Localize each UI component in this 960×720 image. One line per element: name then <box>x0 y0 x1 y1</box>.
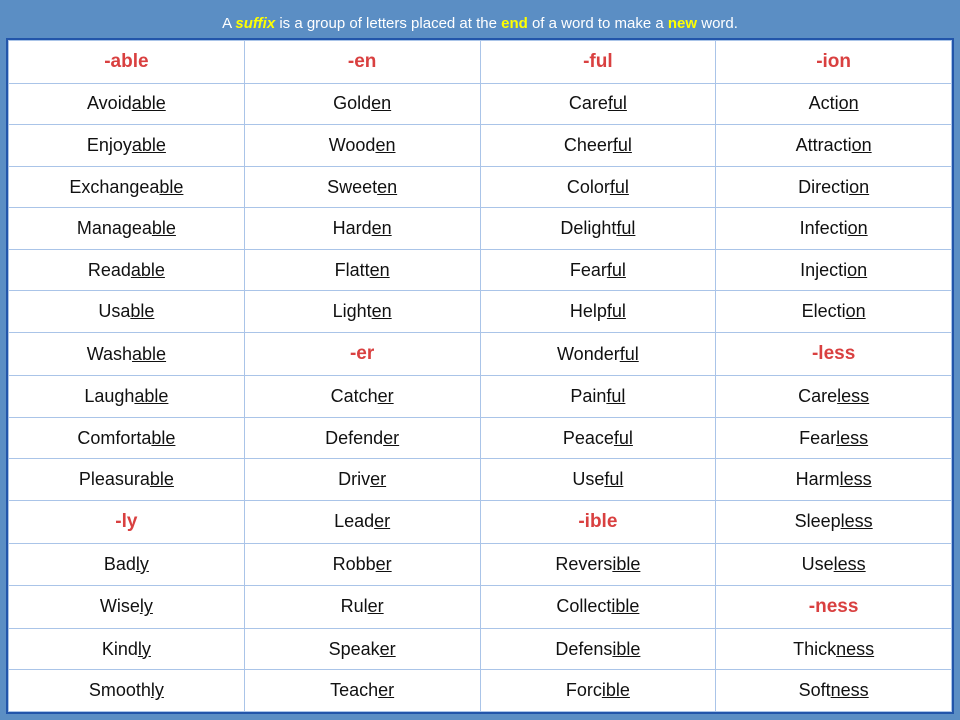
table-cell: Defensible <box>480 628 716 670</box>
table-cell: Useful <box>480 459 716 501</box>
table-cell: -ible <box>480 500 716 543</box>
table-row: BadlyRobberReversibleUseless <box>9 544 952 586</box>
table-cell: Badly <box>9 544 245 586</box>
column-header-1: -en <box>244 40 480 83</box>
table-cell: Laughable <box>9 376 245 418</box>
table-cell: Driver <box>244 459 480 501</box>
table-cell: Forcible <box>480 670 716 712</box>
table-cell: Painful <box>480 376 716 418</box>
table-cell: Useless <box>716 544 952 586</box>
table-cell: Leader <box>244 500 480 543</box>
table-cell: Injection <box>716 249 952 291</box>
table-cell: Attraction <box>716 125 952 167</box>
table-cell: Thickness <box>716 628 952 670</box>
column-header-2: -ful <box>480 40 716 83</box>
table-cell: -less <box>716 333 952 376</box>
table-row: AvoidableGoldenCarefulAction <box>9 83 952 125</box>
table-cell: Wonderful <box>480 333 716 376</box>
table-cell: Catcher <box>244 376 480 418</box>
column-header-3: -ion <box>716 40 952 83</box>
table-cell: Speaker <box>244 628 480 670</box>
table-cell: Ruler <box>244 585 480 628</box>
table-cell: Usable <box>9 291 245 333</box>
table-cell: Wooden <box>244 125 480 167</box>
column-header-0: -able <box>9 40 245 83</box>
table-cell: Reversible <box>480 544 716 586</box>
table-cell: -er <box>244 333 480 376</box>
subtitle: A suffix is a group of letters placed at… <box>10 14 950 34</box>
table-row: SmoothlyTeacherForcibleSoftness <box>9 670 952 712</box>
suffix-highlight: suffix <box>235 15 275 32</box>
table-cell: Careless <box>716 376 952 418</box>
table-cell: Defender <box>244 417 480 459</box>
table-cell: Flatten <box>244 249 480 291</box>
table-cell: Pleasurable <box>9 459 245 501</box>
table-cell: Collectible <box>480 585 716 628</box>
table-row: UsableLightenHelpfulElection <box>9 291 952 333</box>
table-cell: Direction <box>716 166 952 208</box>
table-row: -lyLeader-ibleSleepless <box>9 500 952 543</box>
table-cell: Golden <box>244 83 480 125</box>
table-cell: Lighten <box>244 291 480 333</box>
table-cell: Delightful <box>480 208 716 250</box>
table-cell: Softness <box>716 670 952 712</box>
word-table-wrapper: -able-en-ful-ionAvoidableGoldenCarefulAc… <box>6 38 954 715</box>
table-cell: Enjoyable <box>9 125 245 167</box>
table-cell: Peaceful <box>480 417 716 459</box>
table-cell: Helpful <box>480 291 716 333</box>
table-cell: Washable <box>9 333 245 376</box>
end-highlight: end <box>501 15 528 32</box>
table-row: EnjoyableWoodenCheerfulAttraction <box>9 125 952 167</box>
table-cell: Cheerful <box>480 125 716 167</box>
table-cell: Readable <box>9 249 245 291</box>
table-cell: Harmless <box>716 459 952 501</box>
header: A suffix is a group of letters placed at… <box>6 6 954 38</box>
table-cell: Smoothly <box>9 670 245 712</box>
table-cell: Harden <box>244 208 480 250</box>
table-cell: Infection <box>716 208 952 250</box>
table-cell: Election <box>716 291 952 333</box>
table-cell: -ness <box>716 585 952 628</box>
table-cell: Teacher <box>244 670 480 712</box>
table-cell: Sleepless <box>716 500 952 543</box>
table-row: PleasurableDriverUsefulHarmless <box>9 459 952 501</box>
table-row: ReadableFlattenFearfulInjection <box>9 249 952 291</box>
table-cell: Avoidable <box>9 83 245 125</box>
table-cell: Robber <box>244 544 480 586</box>
table-cell: Exchangeable <box>9 166 245 208</box>
table-cell: Colorful <box>480 166 716 208</box>
table-row: ManageableHardenDelightfulInfection <box>9 208 952 250</box>
table-cell: Careful <box>480 83 716 125</box>
table-cell: Comfortable <box>9 417 245 459</box>
table-row: Washable-erWonderful-less <box>9 333 952 376</box>
new-highlight: new <box>668 15 697 32</box>
table-row: LaughableCatcherPainfulCareless <box>9 376 952 418</box>
table-row: ExchangeableSweetenColorfulDirection <box>9 166 952 208</box>
table-cell: -ly <box>9 500 245 543</box>
page-container: A suffix is a group of letters placed at… <box>0 0 960 720</box>
table-cell: Fearful <box>480 249 716 291</box>
table-cell: Sweeten <box>244 166 480 208</box>
table-row: KindlySpeakerDefensibleThickness <box>9 628 952 670</box>
table-row: ComfortableDefenderPeacefulFearless <box>9 417 952 459</box>
table-cell: Wisely <box>9 585 245 628</box>
table-cell: Fearless <box>716 417 952 459</box>
table-row: WiselyRulerCollectible-ness <box>9 585 952 628</box>
word-table: -able-en-ful-ionAvoidableGoldenCarefulAc… <box>8 40 952 713</box>
table-cell: Action <box>716 83 952 125</box>
table-cell: Manageable <box>9 208 245 250</box>
table-cell: Kindly <box>9 628 245 670</box>
